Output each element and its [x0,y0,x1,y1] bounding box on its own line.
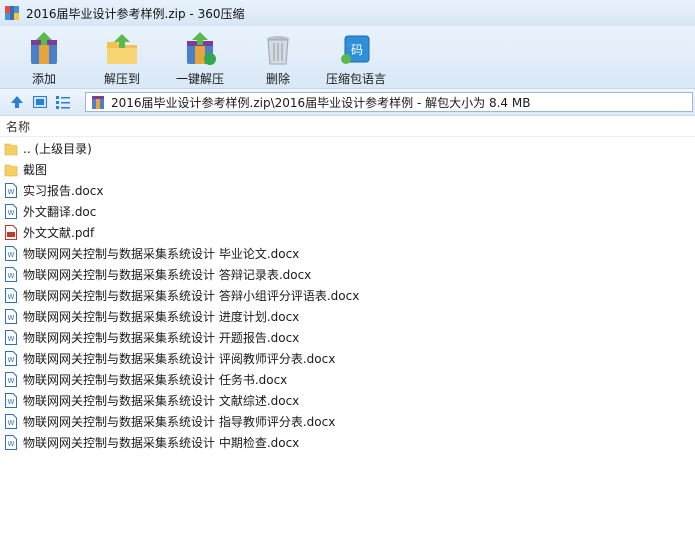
archive-app-icon [5,6,19,20]
one-click-extract-label: 一键解压 [175,72,224,86]
folder-icon [4,162,18,178]
item-name: 物联网网关控制与数据采集系统设计 评阅教师评分表.docx [23,352,336,366]
extract-to-button[interactable]: 解压到 [88,26,156,88]
svg-text:W: W [8,335,15,343]
archive-language-button[interactable]: 码 压缩包语言 [322,26,390,88]
word-doc-icon: W [4,393,18,409]
item-name: 物联网网关控制与数据采集系统设计 文献综述.docx [23,394,300,408]
svg-text:W: W [8,209,15,217]
item-name: 实习报告.docx [23,184,104,198]
add-archive-icon [31,32,57,64]
archive-language-label: 压缩包语言 [325,72,386,86]
thumbnail-view-icon [33,96,47,108]
list-view-icon [56,96,70,109]
list-item[interactable]: W 物联网网关控制与数据采集系统设计 毕业论文.docx [0,243,695,264]
item-name: 物联网网关控制与数据采集系统设计 答辩小组评分评语表.docx [23,289,360,303]
address-field[interactable]: 2016届毕业设计参考样例.zip\2016届毕业设计参考样例 - 解包大小为 … [85,92,693,112]
word-doc-icon: W [4,246,18,262]
word-doc-icon: W [4,267,18,283]
list-item[interactable]: W 物联网网关控制与数据采集系统设计 答辩小组评分评语表.docx [0,285,695,306]
list-item[interactable]: 外文文献.pdf [0,222,695,243]
one-click-extract-icon [187,32,216,65]
extract-folder-icon [107,34,137,64]
list-item[interactable]: W 物联网网关控制与数据采集系统设计 进度计划.docx [0,306,695,327]
title-bar: 2016届毕业设计参考样例.zip - 360压缩 [0,0,695,26]
list-item[interactable]: W 物联网网关控制与数据采集系统设计 评阅教师评分表.docx [0,348,695,369]
svg-text:W: W [8,419,15,427]
extract-to-label: 解压到 [103,72,140,86]
add-label: 添加 [31,72,56,86]
svg-text:W: W [8,398,15,406]
item-name: .. (上级目录) [23,142,92,156]
word-doc-icon: W [4,435,18,451]
word-doc-icon: W [4,204,18,220]
address-path: 2016届毕业设计参考样例.zip\2016届毕业设计参考样例 - 解包大小为 … [111,95,531,110]
word-doc-icon: W [4,351,18,367]
list-item[interactable]: W 物联网网关控制与数据采集系统设计 答辩记录表.docx [0,264,695,285]
list-item[interactable]: W 物联网网关控制与数据采集系统设计 任务书.docx [0,369,695,390]
svg-text:W: W [8,314,15,322]
folder-icon [4,141,18,157]
list-item[interactable]: W 物联网网关控制与数据采集系统设计 文献综述.docx [0,390,695,411]
archive-window: 2016届毕业设计参考样例.zip - 360压缩 添加 解压到 一键解压 删除… [0,0,695,539]
up-arrow-icon [11,96,23,108]
word-doc-icon: W [4,183,18,199]
delete-label: 删除 [265,72,290,86]
list-view-button[interactable] [54,93,72,111]
item-name: 截图 [23,163,48,177]
item-name: 外文文献.pdf [23,226,95,240]
file-list: .. (上级目录) 截图 W 实习报告.docx W 外文翻译.doc 外文文献… [0,137,695,453]
item-name: 物联网网关控制与数据采集系统设计 指导教师评分表.docx [23,415,336,429]
address-bar-row: 2016届毕业设计参考样例.zip\2016届毕业设计参考样例 - 解包大小为 … [0,89,695,116]
list-item[interactable]: W 物联网网关控制与数据采集系统设计 指导教师评分表.docx [0,411,695,432]
item-name: 物联网网关控制与数据采集系统设计 进度计划.docx [23,310,300,324]
svg-text:码: 码 [351,43,363,57]
column-header-name[interactable]: 名称 [0,116,695,137]
toolbar: 添加 解压到 一键解压 删除 码 压缩包语言 [0,26,695,89]
word-doc-icon: W [4,288,18,304]
add-button[interactable]: 添加 [10,26,78,88]
word-doc-icon: W [4,330,18,346]
list-item[interactable]: W 物联网网关控制与数据采集系统设计 开题报告.docx [0,327,695,348]
svg-text:W: W [8,251,15,259]
window-title: 2016届毕业设计参考样例.zip - 360压缩 [26,6,245,21]
one-click-extract-button[interactable]: 一键解压 [166,26,234,88]
column-name-label: 名称 [6,119,31,134]
item-name: 物联网网关控制与数据采集系统设计 毕业论文.docx [23,247,300,261]
delete-button[interactable]: 删除 [244,26,312,88]
list-item[interactable]: W 实习报告.docx [0,180,695,201]
encoding-icon: 码 [341,35,370,64]
list-item[interactable]: .. (上级目录) [0,138,695,159]
pdf-icon [4,225,18,241]
item-name: 物联网网关控制与数据采集系统设计 开题报告.docx [23,331,300,345]
item-name: 物联网网关控制与数据采集系统设计 任务书.docx [23,373,288,387]
svg-text:W: W [8,272,15,280]
word-doc-icon: W [4,372,18,388]
svg-text:W: W [8,440,15,448]
svg-text:W: W [8,188,15,196]
item-name: 物联网网关控制与数据采集系统设计 答辩记录表.docx [23,268,312,282]
trash-icon [267,36,289,65]
archive-icon [92,96,104,109]
item-name: 外文翻译.doc [23,205,97,219]
up-level-button[interactable] [8,93,26,111]
thumbnail-view-button[interactable] [31,93,49,111]
svg-text:W: W [8,293,15,301]
list-item[interactable]: W 外文翻译.doc [0,201,695,222]
item-name: 物联网网关控制与数据采集系统设计 中期检查.docx [23,436,300,450]
word-doc-icon: W [4,414,18,430]
svg-text:W: W [8,377,15,385]
list-item[interactable]: W 物联网网关控制与数据采集系统设计 中期检查.docx [0,432,695,453]
word-doc-icon: W [4,309,18,325]
svg-text:W: W [8,356,15,364]
list-item[interactable]: 截图 [0,159,695,180]
